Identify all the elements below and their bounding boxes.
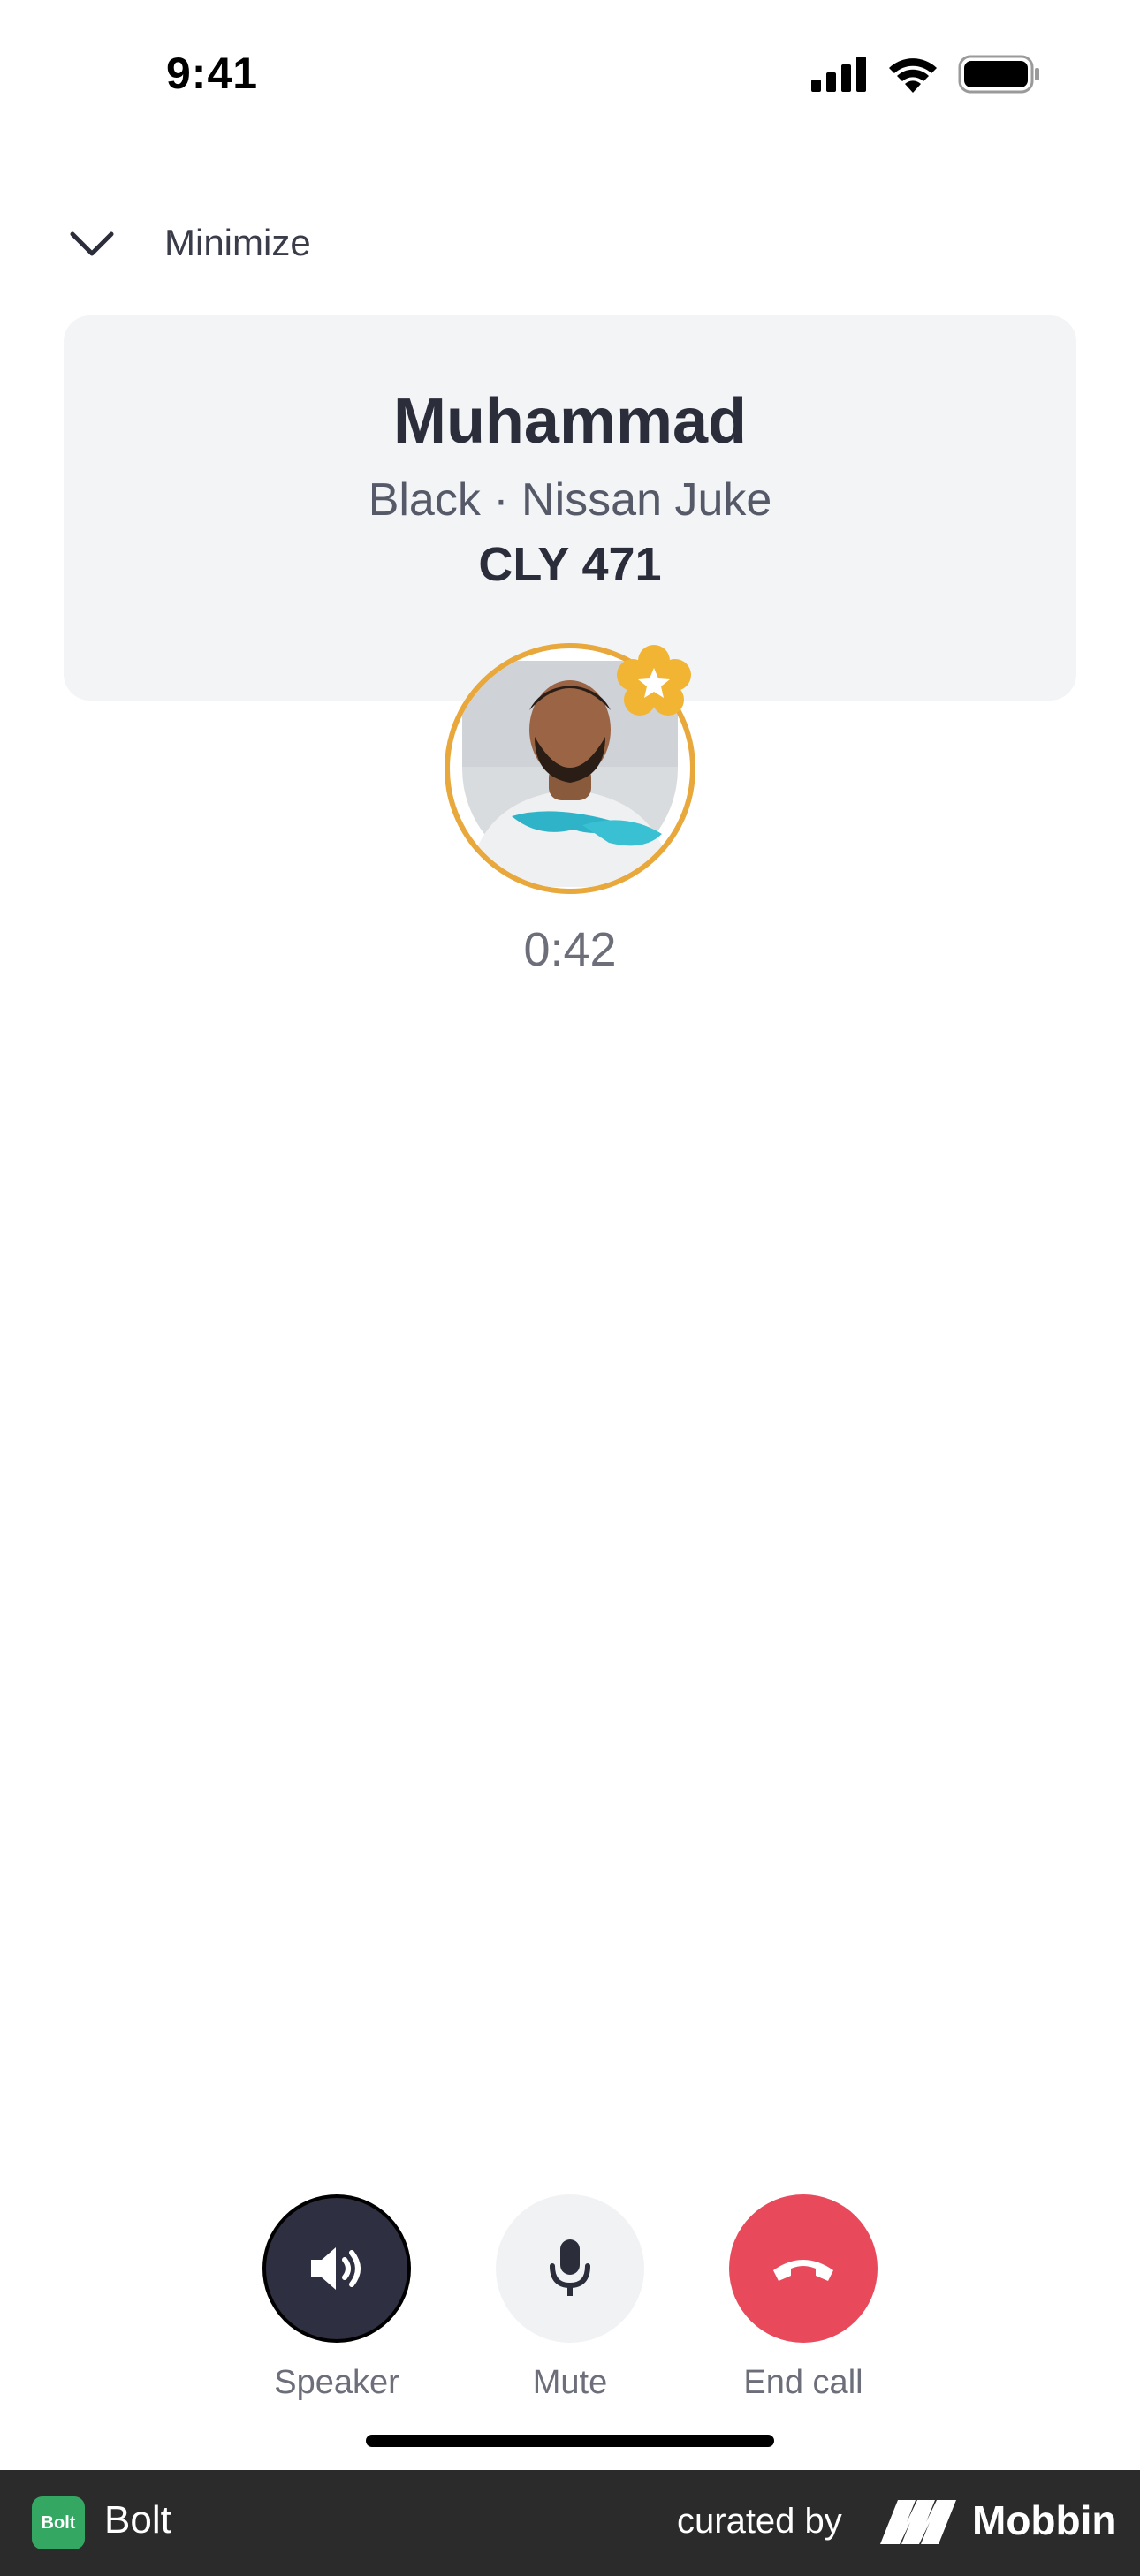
curated-by-label: curated by [677,2502,842,2541]
cellular-icon [811,57,866,92]
speaker-label: Speaker [274,2364,399,2401]
status-time: 9:41 [166,49,259,98]
star-badge-icon [617,645,691,716]
mobbin-logo-icon [880,2500,956,2544]
wifi-icon [889,58,937,93]
battery-icon [958,55,1039,94]
status-icons [811,55,1041,94]
speaker-button[interactable] [262,2194,411,2343]
minimize-button[interactable]: Minimize [67,212,311,274]
mute-button[interactable] [496,2194,644,2343]
app-name: Bolt [104,2498,171,2542]
speaker-icon [311,2247,361,2290]
car-description: Black · Nissan Juke [368,474,772,526]
driver-name: Muhammad [392,386,748,457]
chevron-down-icon [70,231,114,256]
mute-label: Mute [532,2364,608,2401]
minimize-label: Minimize [164,222,311,263]
hang-up-icon [773,2260,833,2281]
microphone-icon [550,2239,590,2296]
license-plate: CLY 471 [478,538,662,591]
call-timer: 0:42 [523,923,617,976]
bolt-app-logo: Bolt [32,2496,85,2549]
end-call-button[interactable] [729,2194,878,2343]
end-call-label: End call [743,2364,863,2401]
mobbin-brand: Mobbin [972,2497,1117,2543]
home-indicator[interactable] [366,2435,774,2447]
